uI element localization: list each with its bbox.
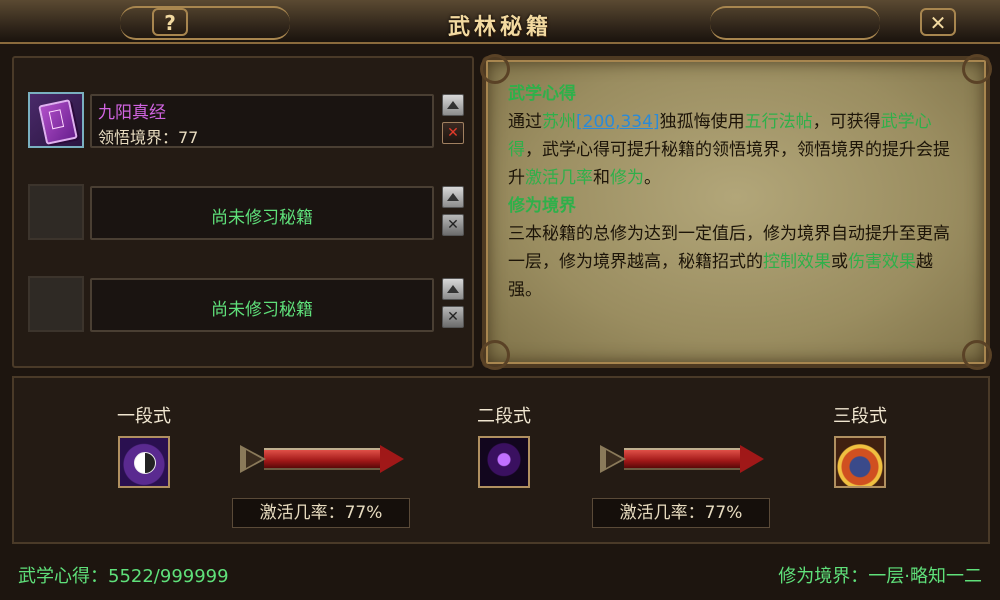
empty-slot-icon[interactable] bbox=[28, 276, 84, 332]
coords-link[interactable]: [200,334] bbox=[576, 112, 660, 132]
stage-label: 一段式 bbox=[117, 406, 171, 427]
manual-slots-panel: 九阳真经 领悟境界：77 ✕ 尚未修习秘籍 ✕ 尚未修习秘籍 ✕ bbox=[12, 56, 474, 368]
stage-arrow-1 bbox=[240, 442, 408, 476]
stages-panel: 一段式 激活几率：77% 二段式 激活几率：77% 三段式 bbox=[12, 376, 990, 544]
section-title-insight: 武学心得 bbox=[508, 84, 576, 104]
corner-ornament bbox=[962, 54, 992, 84]
stage-label: 二段式 bbox=[477, 406, 531, 427]
close-icon: ✕ bbox=[447, 309, 459, 325]
manual-slot-info: 尚未修习秘籍 bbox=[90, 278, 434, 332]
close-icon: ✕ bbox=[447, 217, 459, 233]
stage-label: 三段式 bbox=[833, 406, 887, 427]
book-icon bbox=[38, 99, 78, 145]
manual-slot-info: 尚未修习秘籍 bbox=[90, 186, 434, 240]
shadow-figure-skill-icon[interactable] bbox=[478, 436, 530, 488]
corner-ornament bbox=[480, 54, 510, 84]
info-text: 武学心得 通过苏州[200,334]独孤悔使用五行法帖，可获得武学心得，武学心得… bbox=[508, 80, 958, 304]
manual-slot-info: 九阳真经 领悟境界：77 bbox=[90, 94, 434, 148]
remove-button[interactable]: ✕ bbox=[442, 214, 464, 236]
window-title: 武林秘籍 bbox=[447, 14, 552, 40]
info-scroll-panel: 武学心得 通过苏州[200,334]独孤悔使用五行法帖，可获得武学心得，武学心得… bbox=[480, 54, 992, 370]
yin-yang-icon bbox=[134, 452, 156, 474]
yin-yang-skill-icon[interactable] bbox=[118, 436, 170, 488]
armored-warrior-skill-icon[interactable] bbox=[834, 436, 886, 488]
activation-rate-2: 激活几率：77% bbox=[592, 498, 770, 528]
place-link[interactable]: 苏州 bbox=[542, 112, 576, 132]
insight-description: 通过苏州[200,334]独孤悔使用五行法帖，可获得武学心得，武学心得可提升秘籍… bbox=[508, 112, 950, 188]
cultivation-level: 修为境界：一层·略知一二 bbox=[778, 566, 982, 587]
manual-slot-2[interactable]: 尚未修习秘籍 ✕ bbox=[28, 184, 468, 242]
corner-ornament bbox=[962, 340, 992, 370]
manual-slot-1[interactable]: 九阳真经 领悟境界：77 ✕ bbox=[28, 92, 468, 150]
remove-button[interactable]: ✕ bbox=[442, 122, 464, 144]
arrow-up-icon bbox=[447, 193, 459, 201]
martial-insight-counter: 武学心得：5522/999999 bbox=[18, 566, 229, 587]
manual-name: 九阳真经 bbox=[98, 103, 166, 123]
manual-book-icon[interactable] bbox=[28, 92, 84, 148]
move-up-button[interactable] bbox=[442, 186, 464, 208]
arrow-up-icon bbox=[447, 285, 459, 293]
activation-rate-1: 激活几率：77% bbox=[232, 498, 410, 528]
cultivation-description: 三本秘籍的总修为达到一定值后，修为境界自动提升至更高一层，修为境界越高，秘籍招式… bbox=[508, 224, 950, 300]
stage-3: 三段式 bbox=[800, 402, 920, 488]
empty-slot-icon[interactable] bbox=[28, 184, 84, 240]
corner-ornament bbox=[480, 340, 510, 370]
stage-2: 二段式 bbox=[444, 402, 564, 488]
close-icon: ✕ bbox=[447, 125, 459, 141]
remove-button[interactable]: ✕ bbox=[442, 306, 464, 328]
title-bar: ? 武林秘籍 ✕ bbox=[0, 0, 1000, 44]
move-up-button[interactable] bbox=[442, 278, 464, 300]
move-up-button[interactable] bbox=[442, 94, 464, 116]
close-button[interactable]: ✕ bbox=[920, 8, 956, 36]
manual-level: 领悟境界：77 bbox=[98, 128, 199, 147]
empty-slot-label: 尚未修习秘籍 bbox=[211, 208, 313, 228]
section-title-cultivation: 修为境界 bbox=[508, 196, 576, 216]
stage-1: 一段式 bbox=[84, 402, 204, 488]
manual-slot-3[interactable]: 尚未修习秘籍 ✕ bbox=[28, 276, 468, 334]
empty-slot-label: 尚未修习秘籍 bbox=[211, 300, 313, 320]
arrow-up-icon bbox=[447, 101, 459, 109]
stage-arrow-2 bbox=[600, 442, 768, 476]
